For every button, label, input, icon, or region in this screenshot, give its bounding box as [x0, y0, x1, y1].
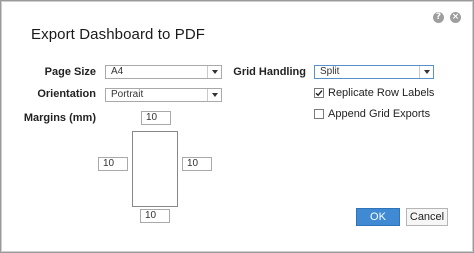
title-icons: ? ×: [433, 12, 461, 23]
checkmark-icon: [315, 90, 323, 97]
append-grid-exports-option[interactable]: Append Grid Exports: [314, 108, 430, 120]
orientation-select[interactable]: Portrait: [105, 88, 222, 102]
grid-handling-label: Grid Handling: [233, 66, 306, 78]
replicate-row-labels-checkbox[interactable]: [314, 88, 324, 98]
page-size-select[interactable]: A4: [105, 65, 222, 79]
append-grid-exports-label: Append Grid Exports: [328, 108, 431, 120]
chevron-down-icon[interactable]: [419, 66, 433, 78]
cancel-button[interactable]: Cancel: [406, 208, 448, 226]
orientation-value: Portrait: [111, 89, 144, 100]
dialog-title: Export Dashboard to PDF: [31, 26, 206, 43]
ok-button[interactable]: OK: [356, 208, 400, 226]
append-grid-exports-checkbox[interactable]: [314, 109, 324, 119]
margin-left-input[interactable]: 10: [98, 157, 128, 171]
close-icon[interactable]: ×: [450, 12, 461, 23]
page-preview: [132, 131, 178, 207]
margins-label: Margins (mm): [23, 112, 96, 124]
grid-handling-select[interactable]: Split: [314, 65, 434, 79]
margin-top-input[interactable]: 10: [141, 111, 171, 125]
replicate-row-labels-option[interactable]: Replicate Row Labels: [314, 87, 434, 99]
chevron-down-icon[interactable]: [207, 66, 221, 78]
orientation-label: Orientation: [37, 88, 96, 100]
margin-bottom-input[interactable]: 10: [140, 209, 170, 223]
page-size-label: Page Size: [44, 66, 96, 78]
export-pdf-dialog: Export Dashboard to PDF ? × Page Size A4…: [0, 0, 474, 253]
page-size-value: A4: [111, 66, 124, 77]
help-icon[interactable]: ?: [433, 12, 444, 23]
grid-handling-value: Split: [320, 66, 340, 77]
margin-right-input[interactable]: 10: [182, 157, 212, 171]
chevron-down-icon[interactable]: [207, 89, 221, 101]
replicate-row-labels-label: Replicate Row Labels: [328, 87, 435, 99]
